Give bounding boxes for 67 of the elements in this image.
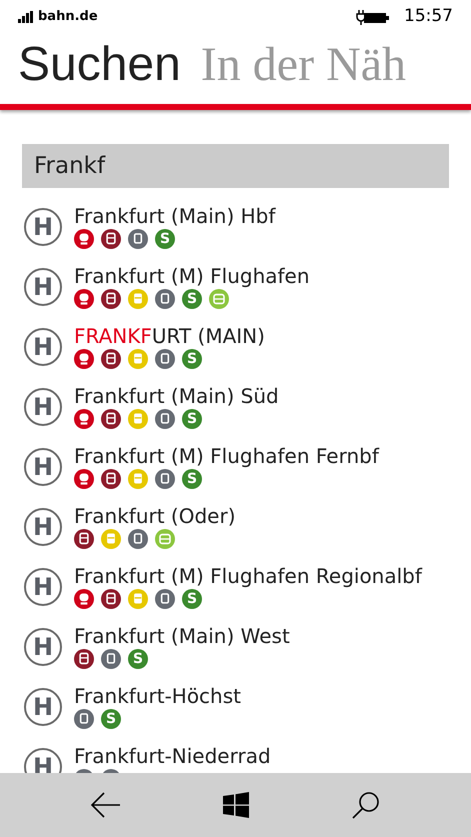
station-symbol: H xyxy=(24,448,62,486)
sbahn-badge: S xyxy=(182,409,202,429)
search-icon[interactable] xyxy=(352,791,380,819)
station-name[interactable]: Frankfurt (Main) Süd xyxy=(74,384,279,408)
sbahn-badge: S xyxy=(182,289,202,309)
sbahn-badge: S xyxy=(128,649,148,669)
ice-train-icon xyxy=(74,409,94,429)
ic-train-icon xyxy=(101,349,121,369)
tram-train-icon xyxy=(209,289,229,309)
station-symbol: H xyxy=(24,568,62,606)
station-name[interactable]: Frankfurt (Main) Hbf xyxy=(74,204,276,228)
ice-train-icon xyxy=(74,289,94,309)
station-symbol: H xyxy=(24,388,62,426)
transit-icon xyxy=(128,529,148,549)
station-name[interactable]: Frankfurt (Oder) xyxy=(74,504,236,528)
ice-train-icon xyxy=(74,589,94,609)
regional-train-icon xyxy=(128,289,148,309)
windows-logo-icon[interactable] xyxy=(223,792,250,818)
station-symbol: H xyxy=(24,628,62,666)
transit-icon xyxy=(155,409,175,429)
sbahn-badge: S xyxy=(182,589,202,609)
transit-icon xyxy=(155,349,175,369)
transit-icon xyxy=(74,709,94,729)
station-name[interactable]: Frankfurt-Niederrad xyxy=(74,744,271,768)
regional-train-icon xyxy=(128,589,148,609)
station-name[interactable]: Frankfurt (M) Flughafen Regionalbf xyxy=(74,564,422,588)
ic-train-icon xyxy=(74,529,94,549)
sbahn-badge: S xyxy=(155,229,175,249)
transit-icon xyxy=(128,229,148,249)
station-symbol: H xyxy=(24,328,62,366)
ice-train-icon xyxy=(74,229,94,249)
station-symbol: H xyxy=(24,208,62,246)
ice-train-icon xyxy=(74,469,94,489)
station-symbol: H xyxy=(24,688,62,726)
station-name[interactable]: Frankfurt (M) Flughafen xyxy=(74,264,310,288)
ic-train-icon xyxy=(101,229,121,249)
ic-train-icon xyxy=(101,469,121,489)
regional-train-icon xyxy=(101,529,121,549)
ic-train-icon xyxy=(101,589,121,609)
clock-time: 15:57 xyxy=(404,5,453,28)
ic-train-icon xyxy=(101,289,121,309)
sbahn-badge: S xyxy=(101,709,121,729)
sbahn-badge: S xyxy=(182,349,202,369)
ic-train-icon xyxy=(74,649,94,669)
station-symbol: H xyxy=(24,268,62,306)
transit-icon xyxy=(155,469,175,489)
station-name[interactable]: FRANKFURT (MAIN) xyxy=(74,324,265,348)
search-field[interactable]: Frankf xyxy=(22,144,449,188)
back-arrow-icon[interactable] xyxy=(91,792,122,818)
transit-icon xyxy=(155,589,175,609)
battery-charging-icon xyxy=(356,9,390,25)
regional-train-icon xyxy=(128,409,148,429)
station-name[interactable]: Frankfurt (M) Flughafen Fernbf xyxy=(74,444,379,468)
ic-train-icon xyxy=(101,409,121,429)
pivot-tab[interactable]: Suchen xyxy=(18,41,181,89)
ice-train-icon xyxy=(74,349,94,369)
station-name[interactable]: Frankfurt (Main) West xyxy=(74,624,290,648)
regional-train-icon xyxy=(128,469,148,489)
signal-icon xyxy=(18,11,34,23)
transit-icon xyxy=(155,289,175,309)
sbahn-badge: S xyxy=(182,469,202,489)
tram-train-icon xyxy=(155,529,175,549)
transit-icon xyxy=(101,649,121,669)
carrier-name: bahn.de xyxy=(38,8,98,26)
regional-train-icon xyxy=(128,349,148,369)
station-symbol: H xyxy=(24,508,62,546)
station-name[interactable]: Frankfurt-Höchst xyxy=(74,684,241,708)
